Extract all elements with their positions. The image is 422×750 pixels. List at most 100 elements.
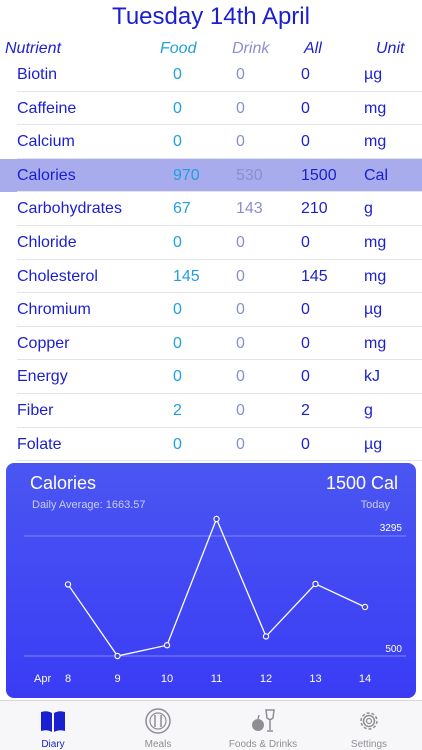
food-value: 2	[173, 401, 182, 419]
drink-value: 0	[236, 66, 245, 83]
food-value: 0	[173, 133, 182, 151]
x-tick-label: 13	[309, 673, 321, 685]
table-row[interactable]: Chromium 0 0 0 µg	[0, 293, 422, 327]
nutrient-name: Energy	[17, 368, 68, 386]
food-value: 0	[173, 301, 182, 319]
nutrient-name: Fiber	[17, 401, 54, 419]
header-food: Food	[160, 40, 197, 57]
header-nutrient: Nutrient	[5, 40, 62, 57]
nutrient-name: Chloride	[17, 233, 77, 251]
unit-value: µg	[364, 301, 383, 319]
page-title: Tuesday 14th April	[112, 3, 310, 30]
table-row[interactable]: Folate 0 0 0 µg	[0, 428, 422, 462]
tab-diary[interactable]: Diary	[0, 701, 106, 750]
data-point	[64, 581, 72, 588]
drink-value: 0	[236, 267, 245, 285]
nutrient-name: Caffeine	[17, 99, 77, 117]
food-value: 0	[173, 66, 182, 83]
tab-label: Diary	[41, 739, 65, 750]
series-line	[67, 517, 366, 657]
food-value: 0	[173, 334, 182, 352]
nutrient-name: Carbohydrates	[17, 200, 122, 218]
food-value: 970	[173, 166, 200, 184]
nutrient-name: Cholesterol	[17, 267, 98, 285]
chart-title: Calories	[30, 473, 97, 493]
data-point	[312, 580, 319, 588]
data-point	[213, 515, 220, 523]
unit-value: Cal	[364, 166, 389, 184]
all-value: 0	[301, 435, 310, 453]
table-row[interactable]: Caffeine 0 0 0 mg	[0, 92, 422, 126]
food-value: 0	[173, 435, 182, 453]
drink-value: 0	[236, 368, 245, 386]
drink-value: 143	[236, 200, 263, 218]
unit-value: g	[364, 401, 373, 419]
food-value: 0	[173, 99, 182, 117]
tab-meals[interactable]: Meals	[105, 701, 211, 750]
all-value: 0	[301, 301, 310, 319]
calories-chart-card[interactable]: 3295 500 Apr 8 9 10 11 12 13 14 Calories 1500 Cal…	[6, 463, 416, 698]
drink-value: 0	[236, 334, 245, 352]
nutrient-name: Chromium	[17, 301, 91, 319]
y-tick-label: 500	[385, 644, 402, 655]
x-axis-month-label: Apr	[34, 673, 51, 685]
unit-value: µg	[364, 66, 383, 83]
book-icon	[41, 711, 65, 732]
table-row[interactable]: Cholesterol 145 0 145 mg	[0, 260, 422, 294]
tab-foods-drinks[interactable]: Foods & Drinks	[210, 701, 316, 750]
table-row[interactable]: Fiber 2 0 2 g	[0, 394, 422, 428]
x-tick-label: 9	[114, 673, 120, 685]
drink-value: 0	[236, 99, 245, 117]
table-row[interactable]: Copper 0 0 0 mg	[0, 327, 422, 361]
data-point	[361, 603, 369, 611]
tab-label: Settings	[350, 739, 388, 750]
unit-value: mg	[364, 133, 387, 151]
unit-value: µg	[364, 435, 383, 453]
table-row[interactable]: Chloride 0 0 0 mg	[0, 226, 422, 260]
all-value: 0	[301, 99, 310, 117]
nutrient-name: Calories	[17, 166, 76, 184]
all-value: 0	[301, 133, 310, 151]
drink-value: 530	[236, 166, 263, 184]
all-value: 2	[301, 401, 310, 419]
all-value: 0	[301, 334, 310, 352]
table-row[interactable]: Calcium 0 0 0 mg	[0, 125, 422, 159]
unit-value: mg	[364, 267, 387, 285]
all-value: 1500	[301, 166, 337, 184]
drink-value: 0	[236, 435, 245, 453]
x-tick-label: 14	[359, 673, 371, 685]
nutrient-name: Copper	[17, 334, 70, 352]
data-point	[262, 633, 270, 640]
tab-label: Meals	[144, 739, 172, 750]
all-value: 145	[301, 267, 328, 285]
all-value: 0	[301, 368, 310, 386]
food-drink-icon	[252, 709, 275, 732]
drink-value: 0	[236, 301, 245, 319]
data-point	[163, 642, 171, 649]
nutrient-name: Biotin	[17, 66, 58, 83]
table-row[interactable]: Biotin 0 0 0 µg	[0, 58, 422, 92]
unit-value: kJ	[364, 368, 380, 386]
header-drink: Drink	[232, 40, 270, 57]
x-tick-label: 12	[260, 673, 272, 685]
drink-value: 0	[236, 401, 245, 419]
nutrient-table: Biotin 0 0 0 µg Caffeine 0 0 0 mg Calcium 0 0 0 mg C…	[0, 58, 422, 461]
all-value: 0	[301, 66, 310, 83]
chart-total: 1500 Cal	[325, 473, 398, 493]
x-tick-label: 11	[211, 673, 222, 685]
header-unit: Unit	[376, 40, 405, 57]
daily-average: Daily Average: 1663.57	[32, 499, 146, 511]
unit-value: g	[364, 200, 373, 218]
x-tick-label: 8	[65, 673, 71, 685]
tab-label: Foods & Drinks	[228, 739, 298, 750]
today-label: Today	[360, 499, 390, 511]
table-row-selected[interactable]: Calories 970 530 1500 Cal	[0, 158, 422, 193]
unit-value: mg	[364, 233, 387, 251]
all-value: 210	[301, 200, 328, 218]
food-value: 145	[173, 267, 200, 285]
unit-value: mg	[364, 99, 387, 117]
table-row[interactable]: Energy 0 0 0 kJ	[0, 360, 422, 394]
unit-value: mg	[364, 334, 387, 352]
table-row[interactable]: Carbohydrates 67 143 210 g	[0, 192, 422, 226]
tab-settings[interactable]: Settings	[316, 701, 422, 750]
